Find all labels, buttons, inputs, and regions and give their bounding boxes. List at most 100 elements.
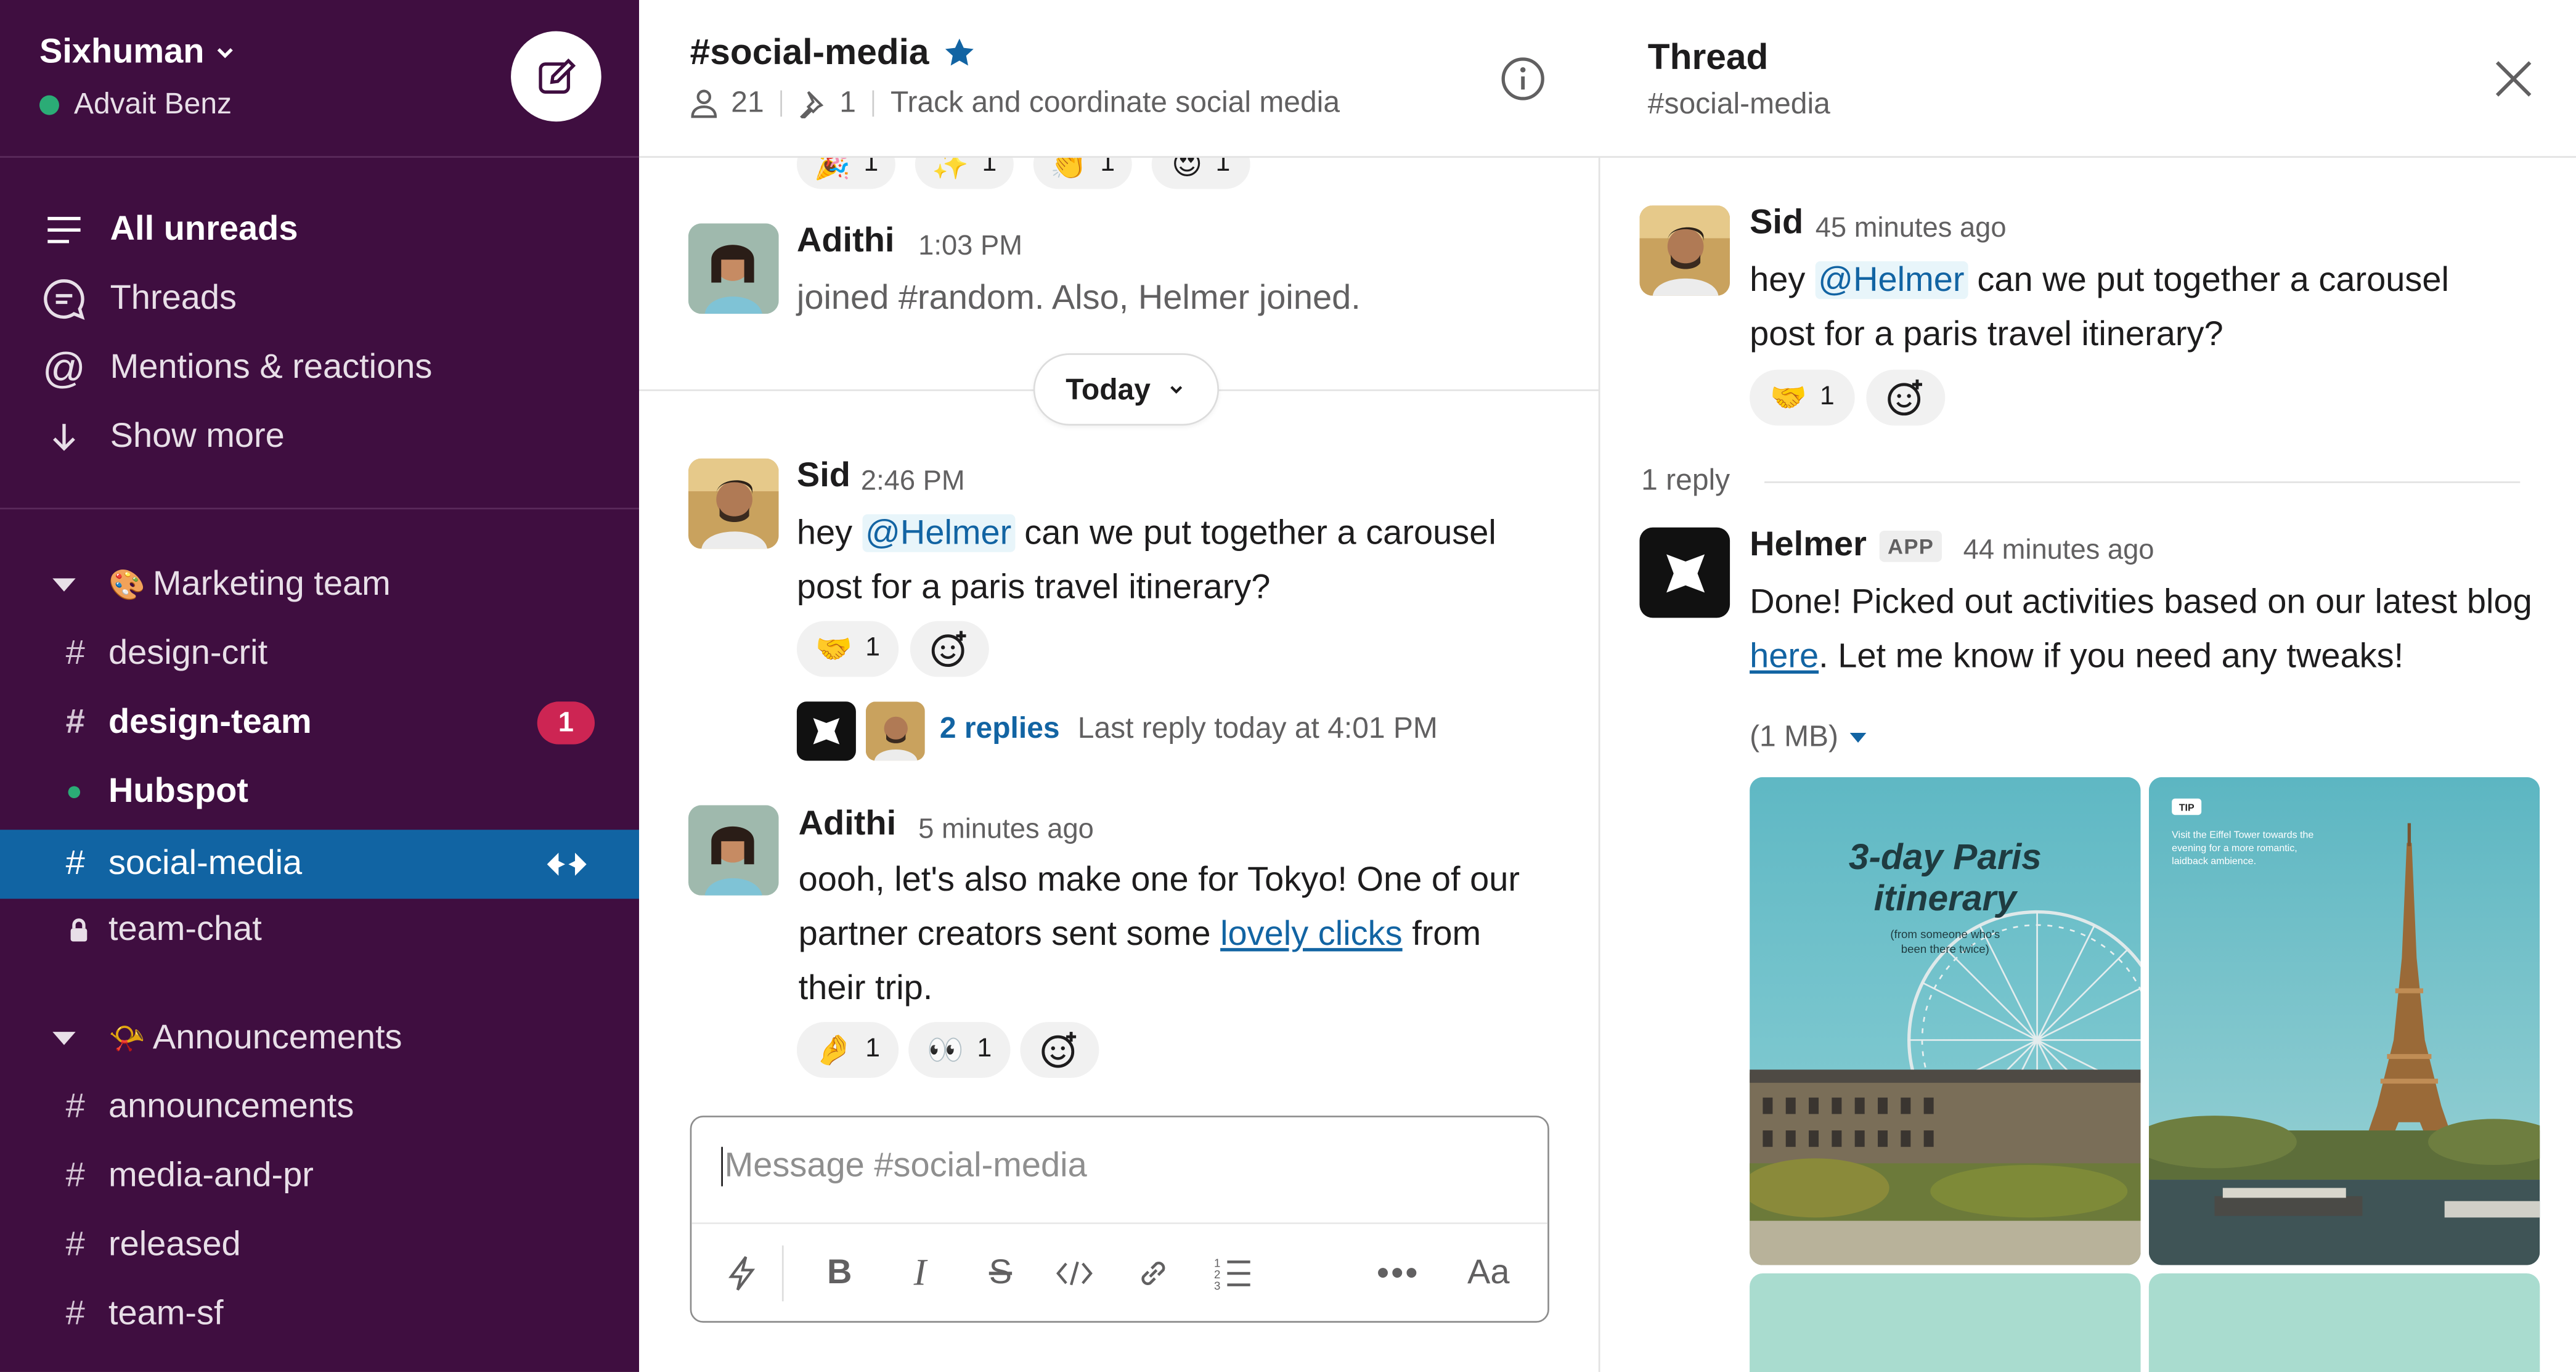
message-input[interactable]: Message #social-media [721,1146,1087,1186]
app-badge: APP [1879,531,1942,562]
message-timestamp[interactable]: 2:46 PM [861,465,965,497]
tip-line1: Visit the Eiffel Tower towards the [2172,830,2313,841]
channel-design-team[interactable]: # design-team 1 [0,688,639,757]
link-button[interactable] [1128,1249,1178,1298]
formatting-toggle-button[interactable]: Aa [1456,1249,1522,1298]
channel-announcements[interactable]: # announcements [0,1073,639,1142]
avatar[interactable] [1639,205,1730,296]
file-attachment-toggle[interactable]: (1 MB) [1750,720,1868,754]
nav-label: Threads [110,279,237,317]
pin-icon[interactable] [799,88,826,118]
channel-title[interactable]: #social-media [690,31,976,74]
date-divider-button[interactable]: Today [1033,353,1220,426]
message-text-part: Done! Picked out activities based on our… [1750,583,2532,621]
avatar[interactable] [688,223,779,314]
channel-meta: 21 1 Track and coordinate social media [690,86,1340,120]
strikethrough-button[interactable]: S [976,1249,1025,1298]
hash-icon: # [65,1156,85,1195]
eyes-emoji-icon: 👀 [927,1032,964,1066]
hash-icon: # [65,1294,85,1333]
message-author[interactable]: Adithi [797,222,895,261]
channel-design-crit[interactable]: # design-crit [0,619,639,688]
user-mention[interactable]: @Helmer [1814,261,1968,299]
current-user[interactable]: Advait Benz [39,87,232,121]
chevron-down-icon [1171,386,1183,394]
link-icon [1141,1261,1165,1285]
composer-divider [691,1222,1548,1225]
nav-mentions[interactable]: @ Mentions & reactions [0,333,639,402]
card-title-line2: itinerary [1874,878,2019,918]
reply-avatar-helmer[interactable] [796,701,856,761]
reaction-pill[interactable]: 🤝 1 [796,621,899,677]
thread-replies-link[interactable]: 2 replies [940,711,1060,746]
channel-team-sf[interactable]: # team-sf [0,1280,639,1349]
channel-social-media[interactable]: # social-media [0,830,639,899]
handshake-emoji-icon: 🤝 [815,632,852,665]
numbered-list-button[interactable]: 123 [1207,1249,1257,1298]
strikethrough-icon: S [988,1254,1013,1292]
channel-topic[interactable]: Track and coordinate social media [891,86,1340,120]
channel-hubspot[interactable]: ● Hubspot [0,757,639,827]
tip-tag: TIP [2179,803,2195,814]
reaction-pill[interactable]: 👀 1 [908,1022,1011,1078]
reaction-count: 1 [865,634,880,663]
section-announcements[interactable]: 📯 Announcements [0,1004,639,1073]
add-reaction-button[interactable] [1020,1022,1099,1078]
workspace-switcher[interactable]: Sixhuman [39,33,237,72]
avatar[interactable] [688,805,779,896]
avatar-helmer[interactable] [1639,527,1730,618]
member-count[interactable]: 21 [731,86,764,120]
user-mention[interactable]: @Helmer [862,514,1015,552]
close-icon[interactable] [2490,56,2537,102]
carousel-image-3[interactable] [1750,1273,2141,1372]
mentions-icon: @ [42,342,86,392]
message-timestamp[interactable]: 44 minutes ago [1963,534,2154,566]
nav-label: All unreads [110,210,298,248]
star-icon[interactable] [942,36,975,69]
message-link[interactable]: lovely clicks [1220,915,1403,953]
file-size: (1 MB) [1750,719,1839,753]
info-icon[interactable] [1500,56,1546,102]
bold-button[interactable]: B [815,1249,864,1298]
hash-icon: # [65,703,85,741]
tip-line2: evening for a more romantic, [2172,843,2297,854]
code-button[interactable] [1050,1249,1099,1298]
avatar[interactable] [688,458,779,549]
add-reaction-icon [1041,1032,1077,1068]
reply-avatar-sid[interactable] [865,701,925,761]
carousel-image-paris-itinerary[interactable]: 3-day Paris itinerary (from someone who'… [1750,777,2141,1265]
carousel-image-4[interactable] [2148,1273,2540,1372]
reaction-pill[interactable]: 🤌 1 [796,1022,899,1078]
message-link[interactable]: here [1750,637,1819,675]
message-author[interactable]: Sid [1750,204,1803,243]
formatting-toggle-label: Aa [1467,1254,1510,1292]
nav-threads[interactable]: Threads [0,264,639,333]
shortcuts-button[interactable] [718,1249,767,1298]
compose-button[interactable] [511,31,601,122]
message-author[interactable]: Adithi [799,805,897,844]
message-timestamp[interactable]: 1:03 PM [918,230,1022,263]
add-reaction-button[interactable] [910,621,989,677]
thread-header: Thread #social-media [1600,0,2576,158]
italic-button[interactable]: I [895,1249,945,1298]
message-timestamp[interactable]: 45 minutes ago [1816,212,2007,245]
message-timestamp[interactable]: 5 minutes ago [918,814,1094,846]
member-icon[interactable] [690,88,718,118]
nav-show-more[interactable]: Show more [0,402,639,472]
reaction-pill[interactable]: 🤝 1 [1750,369,1855,426]
carousel-image-eiffel-tower[interactable]: TIP Visit the Eiffel Tower towards the e… [2148,777,2540,1265]
meta-divider [872,89,874,116]
message-author[interactable]: Helmer [1750,526,1867,565]
section-label: Announcements [152,1018,402,1057]
message-composer[interactable]: Message #social-media B I S 123 ••• Aa [690,1116,1549,1323]
add-reaction-button[interactable] [1866,369,1946,426]
nav-all-unreads[interactable]: All unreads [0,195,639,264]
channel-released[interactable]: # released [0,1211,639,1280]
section-marketing-team[interactable]: 🎨 Marketing team [0,550,639,619]
pin-count[interactable]: 1 [839,86,856,120]
thread-channel-link[interactable]: #social-media [1648,87,1830,121]
channel-media-and-pr[interactable]: # media-and-pr [0,1142,639,1211]
more-formatting-button[interactable]: ••• [1374,1249,1423,1298]
channel-team-chat[interactable]: team-chat [0,896,639,965]
message-author[interactable]: Sid [797,457,850,496]
